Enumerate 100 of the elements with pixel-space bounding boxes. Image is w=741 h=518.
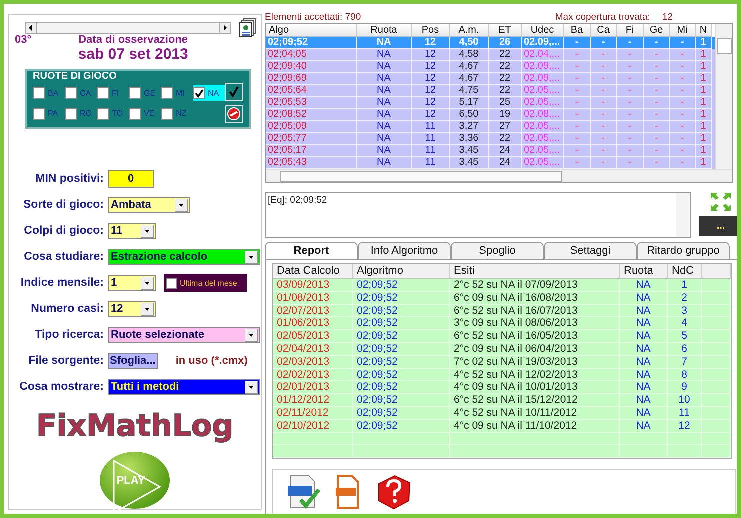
more-button[interactable]: ...	[699, 216, 737, 236]
dropdown[interactable]: Ruote selezionate	[108, 327, 260, 343]
table-cell	[702, 445, 731, 458]
html-document-icon[interactable]	[335, 475, 361, 510]
date-scrollbar[interactable]	[25, 22, 231, 34]
caret-icon[interactable]	[141, 276, 154, 290]
field-label: Cosa mostrare:	[18, 381, 104, 393]
table-row[interactable]: 02;05;43 NA 11 3,45 24 02.05,... - - - - - 1	[266, 157, 716, 169]
checkbox[interactable]	[33, 108, 45, 120]
number-field[interactable]: 0	[108, 170, 154, 188]
equation-box[interactable]: [Eq]: 02;09;52	[265, 192, 691, 238]
checkbox[interactable]	[65, 108, 77, 120]
observation-date: sab 07 set 2013	[78, 46, 188, 63]
expand-icon[interactable]	[710, 192, 732, 212]
column-header[interactable]: ET	[489, 24, 522, 37]
horizontal-scrollbar[interactable]	[266, 169, 732, 182]
checkbox[interactable]	[97, 87, 109, 99]
check-all-button[interactable]	[225, 83, 243, 101]
documents-icon[interactable]	[239, 18, 257, 38]
caret-icon[interactable]	[245, 380, 258, 394]
checkbox-label: Ultima del mese	[180, 278, 238, 288]
checkbox[interactable]	[161, 108, 173, 120]
checkbox-label: MI	[176, 88, 185, 98]
caret-icon[interactable]	[141, 302, 154, 316]
dropdown[interactable]: Estrazione calcolo	[108, 249, 260, 265]
tab[interactable]: Spoglio	[451, 242, 544, 259]
table-row[interactable]: 02;09;69 NA 12 4,67 22 02.09,... - - - - - 1	[266, 73, 716, 85]
field-label: Indice mensile:	[20, 277, 104, 289]
html-check-icon[interactable]	[287, 474, 321, 510]
column-header[interactable]: NdC	[668, 264, 702, 279]
caret-icon[interactable]	[141, 224, 154, 238]
column-header[interactable]: Algoritmo	[353, 264, 450, 279]
checkbox-label: RO	[80, 109, 92, 118]
dropdown[interactable]: 12	[108, 301, 156, 317]
dropdown[interactable]: 1	[108, 275, 156, 291]
field-label: Tipo ricerca:	[34, 329, 104, 341]
clear-all-button[interactable]	[225, 105, 243, 123]
column-header[interactable]: Ba	[564, 24, 591, 37]
field-label: Colpi di gioco:	[23, 225, 104, 237]
file-status: in uso (*.cmx)	[176, 355, 248, 367]
column-header[interactable]: Ruota	[357, 24, 412, 37]
tab[interactable]: Info Algoritmo	[358, 242, 451, 259]
checkbox-label: PA	[48, 109, 58, 118]
column-header[interactable]: N	[696, 24, 712, 37]
column-header[interactable]: Ruota	[620, 264, 668, 279]
table-row[interactable]: 02;05;77 NA 11 3,36 22 02.05,... - - - - - 1	[266, 133, 716, 145]
table-row[interactable]: 02;08;52 NA 12 6,50 19 02.08,... - - - - - 1	[266, 109, 716, 121]
column-header[interactable]: Udec	[522, 24, 564, 37]
date-caption: Data di osservazione	[78, 34, 188, 46]
table-row[interactable]: 02;05;53 NA 12 5,17 25 02.05,... - - - - - 1	[266, 97, 716, 109]
column-header[interactable]: Data Calcolo	[273, 264, 353, 279]
table-row[interactable]: 02;05;09 NA 11 3,27 27 02.05,... - - - - - 1	[266, 121, 716, 133]
field-label: Sorte di gioco:	[22, 199, 104, 211]
column-header[interactable]: Pos	[412, 24, 450, 37]
tab[interactable]: Ritardo gruppo	[637, 242, 730, 259]
position-label: 03°	[15, 34, 32, 48]
checkbox[interactable]	[166, 278, 177, 288]
vertical-scrollbar[interactable]	[715, 24, 732, 169]
dropdown[interactable]: Tutti i metodi	[108, 379, 260, 395]
column-header[interactable]: Algo	[266, 24, 357, 37]
browse-button[interactable]: Sfoglia...	[108, 353, 158, 369]
caret-icon[interactable]	[245, 250, 258, 264]
column-header[interactable]: A.m.	[450, 24, 489, 37]
table-row[interactable]: 02;05;64 NA 12 4,75 22 02.05,... - - - - - 1	[266, 85, 716, 97]
dropdown[interactable]: 11	[108, 223, 156, 239]
checkbox[interactable]	[129, 87, 141, 99]
caret-icon[interactable]	[245, 328, 258, 342]
checkbox-label: FI	[112, 88, 120, 98]
checkbox[interactable]	[97, 108, 109, 120]
checkbox[interactable]	[129, 108, 141, 120]
checkbox[interactable]	[33, 87, 45, 99]
checkbox-label: CA	[80, 88, 92, 98]
dropdown[interactable]: Ambata	[108, 197, 190, 213]
checkbox-label: BA	[48, 88, 59, 98]
column-header	[702, 264, 731, 279]
checkbox-label: VE	[144, 109, 155, 118]
checkbox[interactable]	[193, 87, 205, 99]
tab[interactable]: Report	[265, 242, 358, 259]
column-header[interactable]: Fi	[617, 24, 644, 37]
field-label: Numero casi:	[30, 303, 104, 315]
checkbox[interactable]	[65, 87, 77, 99]
table-cell	[620, 445, 668, 458]
checkbox[interactable]	[161, 87, 173, 99]
column-header[interactable]: Ca	[591, 24, 617, 37]
checkbox-label: NA	[208, 88, 220, 98]
column-header[interactable]: Esiti	[450, 264, 620, 279]
checkbox-label: NZ	[176, 109, 187, 118]
caret-icon[interactable]	[175, 198, 188, 212]
scroll-right-icon[interactable]	[219, 23, 230, 33]
tab[interactable]: Settaggi	[544, 242, 637, 259]
scroll-left-icon[interactable]	[26, 23, 37, 33]
checkbox-label: GE	[144, 88, 156, 98]
max-coverage-value: 12	[662, 12, 673, 23]
column-header[interactable]: Ge	[644, 24, 670, 37]
group-title: RUOTE DI GIOCO	[33, 71, 118, 82]
table-row[interactable]: 02;05;17 NA 11 3,45 24 02.05,... - - - - - 1	[266, 145, 716, 157]
field-label: File sorgente:	[28, 355, 104, 367]
table-row[interactable]: 02;09;40 NA 12 4,67 22 02.09,... - - - - - 1	[266, 61, 716, 73]
column-header[interactable]: Mi	[670, 24, 696, 37]
table-row[interactable]: 02;04;05 NA 12 4,58 22 02.04,... - - - - - 1	[266, 49, 716, 61]
